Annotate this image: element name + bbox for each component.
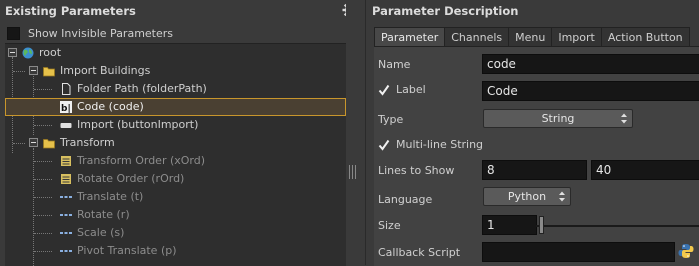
name-field[interactable]: code (482, 54, 699, 74)
lines-max-field[interactable]: 40 (591, 160, 699, 180)
tree-item-pivot-translate[interactable]: Pivot Translate (p) (5, 242, 346, 260)
multiline-toggle[interactable]: Multi-line String (378, 138, 483, 151)
lines-to-show-label: Lines to Show (378, 164, 455, 177)
parameter-tab-content: Name code Label Code Type String Multi-l… (374, 46, 699, 266)
tab-channels[interactable]: Channels (444, 27, 510, 47)
tree-item-import-buildings[interactable]: Import Buildings (5, 62, 346, 80)
tree-item-label: root (39, 46, 62, 59)
folder-icon (43, 67, 55, 77)
type-label: Type (378, 113, 404, 126)
tab-action-button[interactable]: Action Button (600, 27, 690, 47)
vector-icon (60, 196, 72, 198)
tab-menu[interactable]: Menu (508, 27, 553, 47)
vector-icon (60, 232, 72, 234)
globe-icon (22, 47, 34, 59)
tree-item-label: Transform Order (xOrd) (77, 154, 206, 167)
tree-item-folder-path[interactable]: Folder Path (folderPath) (5, 80, 346, 98)
menu-icon (61, 174, 71, 184)
tree-item-label: Rotate (r) (77, 208, 130, 221)
size-field[interactable]: 1 (482, 215, 537, 235)
tree-item-scale[interactable]: Scale (s) (5, 224, 346, 242)
parameter-description-panel: Parameter Description Parameter Channels… (365, 0, 699, 266)
name-label: Name (378, 58, 411, 71)
checkmark-icon[interactable] (378, 139, 390, 151)
parameter-tabs: Parameter Channels Menu Import Action Bu… (374, 27, 690, 47)
type-dropdown[interactable]: String (483, 109, 633, 128)
vector-icon (60, 214, 72, 216)
collapse-icon[interactable] (29, 138, 38, 147)
file-icon (62, 83, 71, 95)
tree-item-label: Code (code) (77, 100, 144, 113)
tree-item-transform-order[interactable]: Transform Order (xOrd) (5, 152, 346, 170)
language-value: Python (507, 190, 547, 203)
tree-item-root[interactable]: root (5, 44, 346, 62)
splitter-grip-icon[interactable] (349, 165, 357, 179)
language-dropdown[interactable]: Python (483, 187, 571, 206)
size-slider-track[interactable] (536, 225, 699, 227)
language-label: Language (378, 193, 433, 206)
size-label: Size (378, 219, 401, 232)
button-icon (60, 123, 72, 128)
panel-splitter[interactable] (346, 0, 365, 265)
existing-parameters-title: Existing Parameters (5, 4, 136, 18)
tree-item-label: Transform (60, 136, 115, 149)
tree-item-label: Translate (t) (77, 190, 144, 203)
checkmark-icon[interactable] (378, 84, 390, 96)
vector-icon (60, 250, 72, 252)
code-icon: b| (60, 101, 72, 113)
callback-script-label: Callback Script (378, 246, 461, 259)
multiline-label: Multi-line String (396, 138, 484, 151)
callback-script-field[interactable] (482, 242, 675, 262)
updown-arrow-icon (559, 191, 565, 202)
updown-arrow-icon (621, 113, 627, 124)
python-icon[interactable] (678, 243, 694, 259)
tab-import[interactable]: Import (551, 27, 602, 47)
tree-item-label: Import (buttonImport) (77, 118, 199, 131)
size-slider-handle[interactable] (539, 216, 544, 234)
tree-item-rotate[interactable]: Rotate (r) (5, 206, 346, 224)
tree-item-label: Scale (s) (77, 226, 125, 239)
menu-icon (61, 156, 71, 166)
label-field[interactable]: Code (482, 81, 699, 101)
tree-item-label: Import Buildings (60, 64, 151, 77)
show-invisible-checkbox[interactable] (7, 26, 20, 40)
tree-item-import-button[interactable]: Import (buttonImport) (5, 116, 346, 134)
svg-text:b|: b| (61, 104, 71, 113)
label-toggle[interactable]: Label (378, 83, 426, 96)
lines-min-field[interactable]: 8 (482, 160, 587, 180)
show-invisible-parameters-toggle[interactable]: Show Invisible Parameters (7, 26, 173, 40)
existing-parameters-panel: Existing Parameters Show Invisible Param… (0, 0, 365, 266)
tree-item-code[interactable]: b| Code (code) (5, 98, 346, 116)
tree-item-label: Pivot Translate (p) (77, 244, 177, 257)
show-invisible-label: Show Invisible Parameters (28, 26, 174, 40)
tree-item-label: Folder Path (folderPath) (77, 82, 207, 95)
collapse-icon[interactable] (29, 66, 38, 75)
tree-item-translate[interactable]: Translate (t) (5, 188, 346, 206)
folder-icon (43, 139, 55, 149)
label-label: Label (396, 83, 426, 96)
tab-parameter[interactable]: Parameter (374, 27, 446, 47)
collapse-icon[interactable] (8, 48, 17, 57)
parameter-description-title: Parameter Description (372, 4, 519, 18)
type-value: String (541, 112, 575, 125)
tree-item-rotate-order[interactable]: Rotate Order (rOrd) (5, 170, 346, 188)
parameter-tree[interactable]: root Import Buildings Folder Path (folde… (5, 43, 346, 266)
tree-item-transform[interactable]: Transform (5, 134, 346, 152)
tree-item-label: Rotate Order (rOrd) (77, 172, 185, 185)
